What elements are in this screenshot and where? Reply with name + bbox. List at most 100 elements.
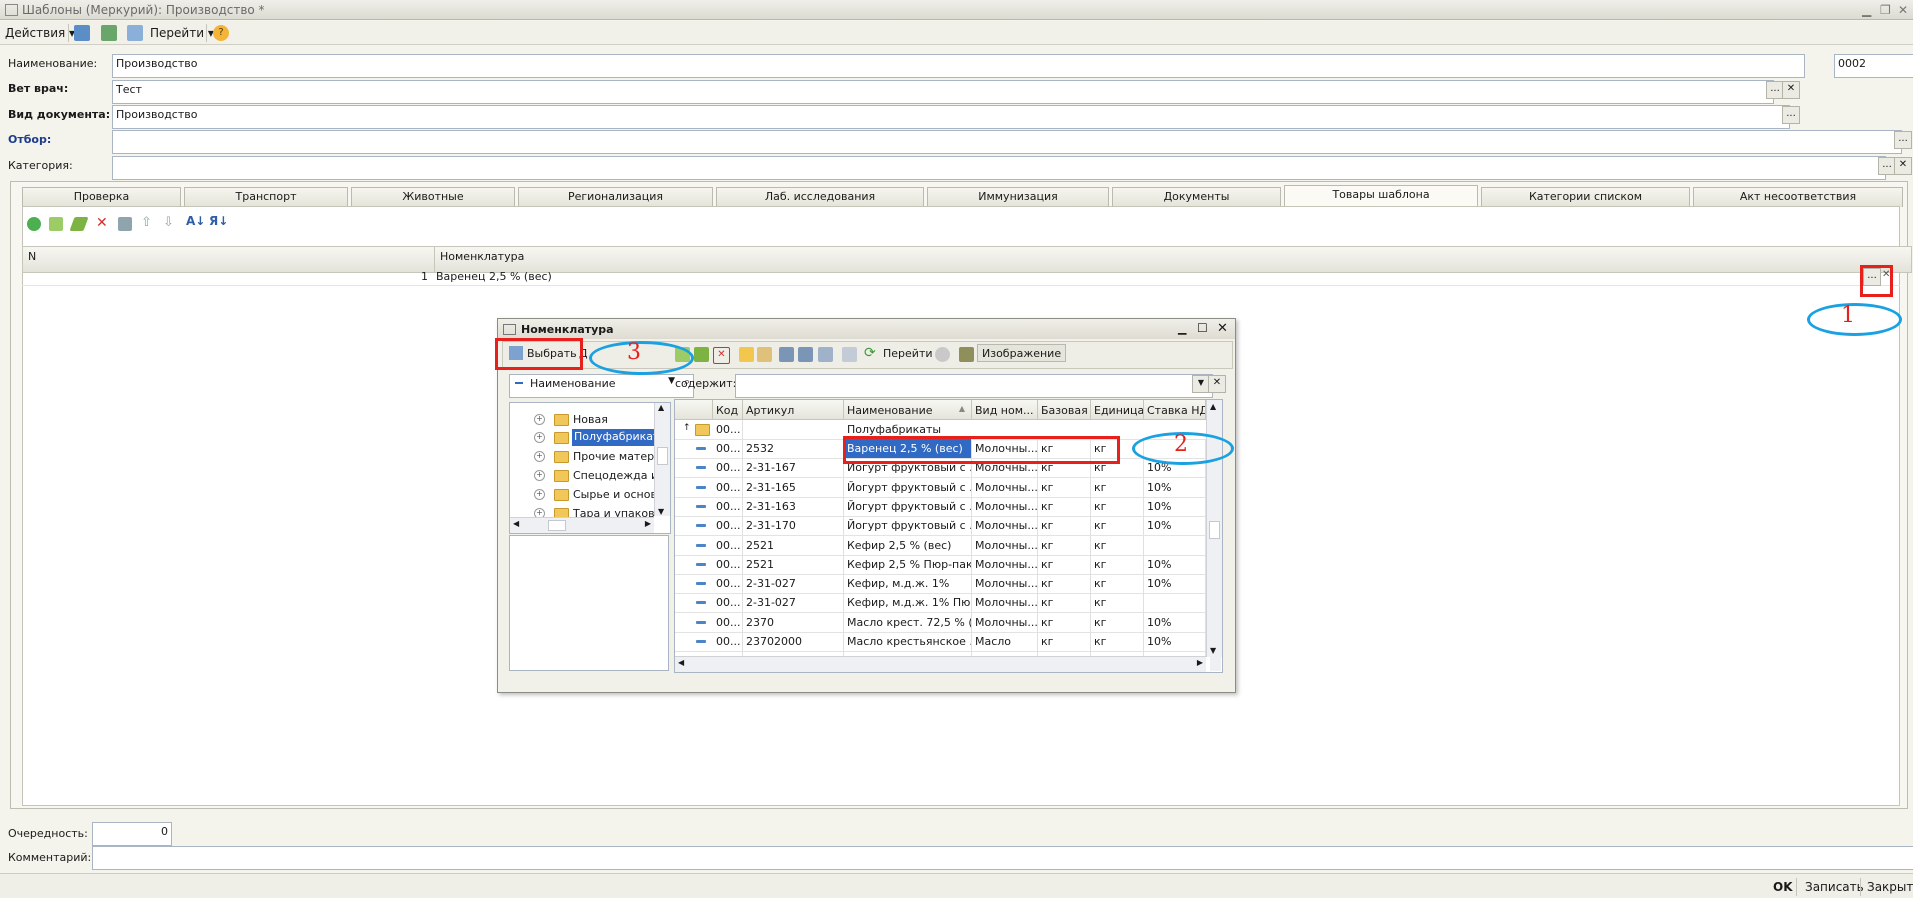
category-input[interactable] bbox=[112, 156, 1886, 180]
row-nomenclature: Варенец 2,5 % (вес) bbox=[436, 270, 552, 283]
print-icon[interactable] bbox=[101, 25, 117, 41]
popup-close-icon[interactable]: ✕ bbox=[1217, 321, 1228, 336]
ok-button[interactable]: OK bbox=[1773, 880, 1793, 894]
tab-immunization[interactable]: Иммунизация bbox=[927, 187, 1109, 207]
close-icon[interactable]: ✕ bbox=[1898, 3, 1908, 17]
popup-goto-menu[interactable]: Перейти ▾ bbox=[883, 347, 942, 360]
col-base-header[interactable]: Базовая bbox=[1038, 400, 1091, 420]
col-name-header[interactable]: Наименование ▲ bbox=[844, 400, 972, 420]
tab-nonconformity-act[interactable]: Акт несоответствия bbox=[1693, 187, 1903, 207]
actions-menu[interactable]: Действия ▾ bbox=[5, 26, 75, 40]
refresh-icon[interactable]: ⟳ bbox=[864, 345, 876, 361]
popup-delete-icon[interactable]: ✕ bbox=[713, 347, 730, 364]
table-row[interactable]: 00... 2-31-027 Кефир, м.д.ж. 1% Молочны... к… bbox=[675, 574, 1206, 595]
tab-transport[interactable]: Транспорт bbox=[184, 187, 348, 207]
cell-type: Молочны... bbox=[972, 535, 1038, 555]
annotation-box-2 bbox=[843, 436, 1120, 464]
group-tree[interactable]: + Новая + Полуфабрикаты + Прочие материа… bbox=[509, 402, 671, 534]
col-unit-header[interactable]: Единица bbox=[1091, 400, 1144, 420]
chevron-down-icon[interactable]: ▼ bbox=[668, 376, 675, 386]
tab-template-goods[interactable]: Товары шаблона bbox=[1284, 185, 1478, 208]
filter-list-icon[interactable] bbox=[798, 347, 813, 362]
tree-vscroll[interactable]: ▲ ▼ bbox=[654, 403, 670, 516]
contains-input[interactable] bbox=[735, 374, 1213, 398]
order-input[interactable]: 0 bbox=[92, 822, 172, 846]
item-icon bbox=[696, 543, 706, 547]
cell-code: 00... bbox=[713, 632, 743, 651]
tab-documents[interactable]: Документы bbox=[1112, 187, 1281, 207]
cell-name: Масло крест. 72,5 % (... bbox=[844, 612, 972, 632]
table-row[interactable]: 00... 2521 Кефир 2,5 % (вес) Молочны... кг кг bbox=[675, 535, 1206, 556]
tab-categories-list[interactable]: Категории списком bbox=[1481, 187, 1690, 207]
popup-minimize-icon[interactable]: ▁ bbox=[1178, 322, 1186, 335]
tree-item[interactable]: + Прочие материалы bbox=[510, 448, 654, 465]
filter-icon[interactable] bbox=[779, 347, 794, 362]
filter-dropdown-icon[interactable] bbox=[818, 347, 833, 362]
cell-base: кг bbox=[1038, 632, 1091, 651]
doctype-input[interactable]: Производство bbox=[112, 105, 1790, 129]
tab-regionalization[interactable]: Регионализация bbox=[518, 187, 713, 207]
image-button[interactable]: Изображение bbox=[977, 344, 1067, 362]
filter-input[interactable] bbox=[112, 130, 1902, 154]
sort-asc-icon[interactable]: A↓ bbox=[186, 214, 205, 228]
table-row[interactable]: 1 Варенец 2,5 % (вес) bbox=[22, 266, 1900, 286]
vet-input[interactable]: Тест bbox=[112, 80, 1774, 104]
filter-clear-icon[interactable] bbox=[842, 347, 857, 362]
table-hscroll[interactable]: ◀ ▶ bbox=[675, 656, 1206, 672]
tab-check[interactable]: Проверка bbox=[22, 187, 181, 207]
popup-edit-icon[interactable] bbox=[694, 347, 709, 362]
filter-select-button[interactable]: ... bbox=[1894, 131, 1912, 149]
col-vat-header[interactable]: Ставка НДС bbox=[1144, 400, 1206, 420]
table-row[interactable]: 00... 2-31-165 Йогурт фруктовый с ... Молоч… bbox=[675, 477, 1206, 498]
cell-vat: 10% bbox=[1144, 516, 1206, 536]
level-up-icon[interactable] bbox=[757, 347, 772, 362]
col-code-header[interactable]: Код bbox=[713, 400, 743, 420]
category-clear-icon[interactable]: ✕ bbox=[1894, 157, 1912, 175]
col-article-header[interactable]: Артикул bbox=[743, 400, 844, 420]
hierarchy-icon[interactable] bbox=[739, 347, 754, 362]
tree-item[interactable]: + Сырье и основные материалы bbox=[510, 486, 654, 503]
save-close-icon[interactable] bbox=[74, 25, 90, 41]
vet-clear-icon[interactable]: ✕ bbox=[1782, 81, 1800, 99]
item-icon bbox=[696, 601, 706, 605]
tree-item-selected[interactable]: + Полуфабрикаты bbox=[510, 429, 654, 446]
table-row[interactable]: 00... 2-31-027 Кефир, м.д.ж. 1% Пю... Молоч… bbox=[675, 593, 1206, 614]
table-row[interactable]: 00... 2370 Масло крест. 72,5 % (... Молочны… bbox=[675, 612, 1206, 633]
field-icon bbox=[515, 382, 523, 384]
main-toolbar: Действия ▾ Перейти ▾ ? bbox=[0, 21, 1913, 45]
name-input[interactable]: Производство bbox=[112, 54, 1805, 78]
window-title: Шаблоны (Меркурий): Производство * bbox=[22, 3, 265, 17]
table-row[interactable]: 00... 2-31-170 Йогурт фруктовый с ... Молоч… bbox=[675, 516, 1206, 537]
search-field-select[interactable]: Наименование ▼ ⌕ bbox=[509, 374, 694, 398]
tree-item[interactable]: + Новая bbox=[510, 411, 654, 428]
table-row[interactable]: 00... 2521 Кефир 2,5 % Пюр-пак... Молочны..… bbox=[675, 554, 1206, 575]
popup-help-icon[interactable] bbox=[935, 347, 950, 362]
tab-animals[interactable]: Животные bbox=[351, 187, 515, 207]
comment-input[interactable] bbox=[92, 846, 1913, 870]
minimize-icon[interactable]: ▁ bbox=[1862, 3, 1871, 17]
tab-lab-research[interactable]: Лаб. исследования bbox=[716, 187, 924, 207]
tree-item[interactable]: + Спецодежда и спецоснастка bbox=[510, 467, 654, 484]
add-icon[interactable] bbox=[27, 217, 41, 231]
move-down-icon[interactable]: ⇩ bbox=[163, 215, 174, 230]
col-type-header[interactable]: Вид ном... bbox=[972, 400, 1038, 420]
copy-row-icon[interactable] bbox=[49, 217, 63, 231]
save-button[interactable]: Записать bbox=[1805, 880, 1864, 894]
table-row[interactable]: 00... 2-31-163 Йогурт фруктовый с ... Молоч… bbox=[675, 496, 1206, 517]
tree-hscroll[interactable]: ◀ ▶ bbox=[510, 517, 654, 533]
help-icon[interactable]: ? bbox=[213, 25, 229, 41]
end-edit-icon[interactable] bbox=[118, 217, 132, 231]
barcode-icon[interactable] bbox=[959, 347, 974, 362]
contains-clear-icon[interactable]: ✕ bbox=[1208, 375, 1226, 393]
move-up-icon[interactable]: ⇧ bbox=[141, 215, 152, 230]
restore-icon[interactable]: ❐ bbox=[1880, 3, 1891, 17]
doctype-select-button[interactable]: ... bbox=[1782, 106, 1800, 124]
goto-menu[interactable]: Перейти ▾ bbox=[150, 26, 214, 40]
popup-maximize-icon[interactable]: ☐ bbox=[1197, 321, 1208, 335]
table-row[interactable]: 00... 23702000 Масло крестьянское ... Масло… bbox=[675, 632, 1206, 652]
delete-icon[interactable]: ✕ bbox=[96, 215, 108, 231]
close-button[interactable]: Закрыть bbox=[1867, 880, 1913, 894]
copy-icon[interactable] bbox=[127, 25, 143, 41]
code-input[interactable]: 0002 bbox=[1834, 54, 1913, 78]
sort-desc-icon[interactable]: Я↓ bbox=[209, 214, 228, 228]
